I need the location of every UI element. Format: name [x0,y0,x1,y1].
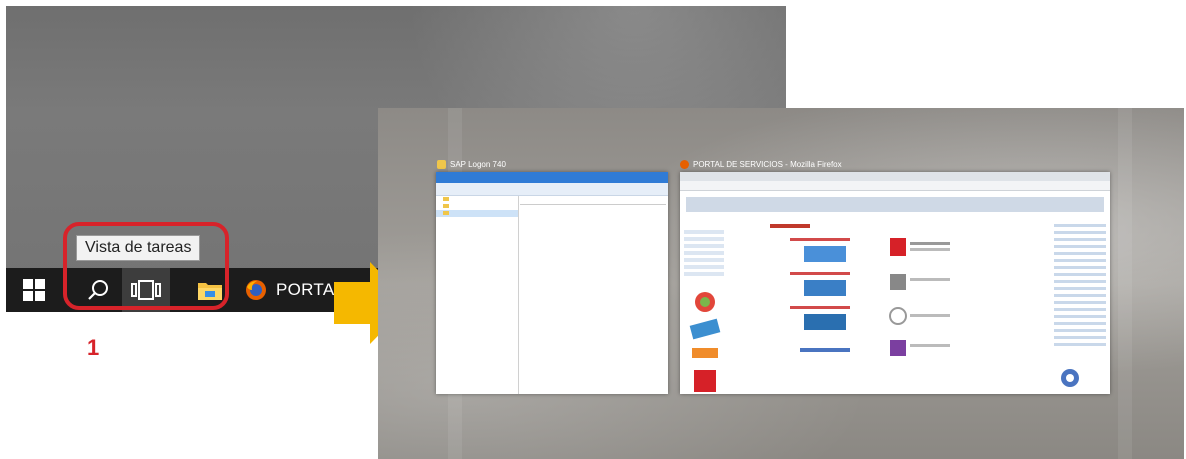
tree-node [436,196,518,203]
window-thumbnail-firefox[interactable] [680,172,1110,394]
window-title: SAP Logon 740 [437,160,506,169]
portal-footer-seal [1060,368,1080,393]
explorer-address-bar [436,183,668,196]
explorer-file-list [520,198,666,283]
background-pillar [1118,108,1132,459]
window-title: PORTAL DE SERVICIOS - Mozilla Firefox [680,160,842,169]
task-view-screen: SAP Logon 740 PORTAL DE SERVICIOS - Mozi… [378,108,1184,459]
firefox-icon [680,160,689,169]
start-button[interactable] [12,268,56,312]
browser-address-bar [680,181,1110,191]
window-title-text: SAP Logon 740 [450,160,506,169]
explorer-titlebar [436,172,668,183]
highlight-circle [63,222,229,310]
file-row [520,278,666,283]
portal-second-column [880,238,990,373]
portal-header [686,197,1104,212]
windows-logo-icon [23,279,45,301]
window-title-text: PORTAL DE SERVICIOS - Mozilla Firefox [693,160,842,169]
folder-icon [437,160,446,169]
portal-left-menu [684,230,724,279]
portal-side-logos [686,290,724,394]
tree-node [436,203,518,210]
window-thumbnail-explorer[interactable] [436,172,668,394]
step-number: 1 [87,335,100,360]
tree-node [436,210,518,217]
firefox-icon [246,280,266,300]
portal-right-menu [1054,224,1106,350]
browser-tab-strip [680,172,1110,181]
file-list-header [520,198,666,205]
explorer-tree [436,196,519,394]
